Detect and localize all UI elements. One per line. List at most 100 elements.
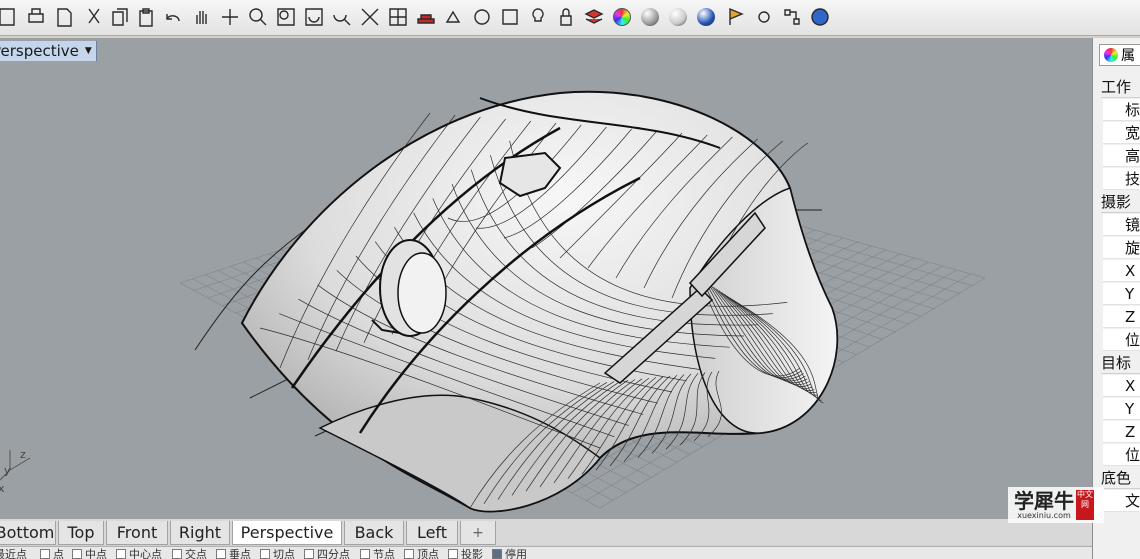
watermark-seal: 中文网: [1076, 490, 1094, 520]
zoom-window-icon[interactable]: [274, 4, 298, 30]
watermark-title: 学犀牛: [1014, 488, 1074, 513]
shapes-icon[interactable]: [442, 4, 466, 30]
osnap-label: 垂点: [229, 548, 251, 559]
watermark-url: xuexiniu.com: [1017, 510, 1071, 520]
panel-property-row: Y: [1103, 283, 1140, 305]
panel-group-header[interactable]: 底色: [1101, 467, 1140, 489]
osnap-label: 中心点: [129, 548, 162, 559]
osnap-checkbox[interactable]: [216, 549, 226, 559]
rendered-sphere-icon[interactable]: [666, 4, 690, 30]
copy-icon[interactable]: [108, 4, 132, 30]
viewport-title-label: Perspective: [0, 42, 79, 60]
panel-property-row: 高: [1103, 145, 1140, 167]
osnap-label: 停用: [505, 548, 527, 559]
properties-tab-label: 属: [1121, 48, 1135, 64]
save-icon[interactable]: [0, 4, 20, 30]
pan-hand-icon[interactable]: [190, 4, 214, 30]
circle-object-icon[interactable]: [470, 4, 494, 30]
osnap-checkbox[interactable]: [492, 549, 502, 559]
osnap-label: 顶点: [417, 548, 439, 559]
panel-group-header[interactable]: 目标: [1101, 352, 1140, 374]
osnap-5[interactable]: 垂点: [216, 548, 251, 559]
layer-icon[interactable]: [582, 4, 606, 30]
tab-top[interactable]: Top: [58, 521, 104, 545]
osnap-3[interactable]: 中心点: [116, 548, 162, 559]
osnap-9[interactable]: 顶点: [404, 548, 439, 559]
osnap-11[interactable]: 停用: [492, 548, 527, 559]
osnap-checkbox[interactable]: [172, 549, 182, 559]
osnap-10[interactable]: 投影: [448, 548, 483, 559]
osnap-8[interactable]: 节点: [360, 548, 395, 559]
panel-property-row: 位: [1103, 329, 1140, 351]
panel-property-row: Z: [1103, 306, 1140, 328]
osnap-label: 切点: [273, 548, 295, 559]
print-icon[interactable]: [24, 4, 48, 30]
viewport-menu-arrow-icon[interactable]: ▼: [85, 41, 92, 61]
panel-property-row: X: [1103, 260, 1140, 282]
panel-property-row: 文: [1103, 490, 1140, 512]
osnap-4[interactable]: 交点: [172, 548, 207, 559]
osnap-1[interactable]: 点: [40, 548, 64, 559]
panel-group-header[interactable]: 摄影: [1101, 191, 1140, 213]
osnap-0[interactable]: 最近点: [0, 548, 27, 559]
axis-label-x: x: [0, 482, 5, 495]
axis-label-y: y: [4, 464, 11, 477]
osnap-checkbox[interactable]: [40, 549, 50, 559]
panel-property-row: 标: [1103, 99, 1140, 121]
flag-icon[interactable]: [724, 4, 748, 30]
view-settings-icon[interactable]: [358, 4, 382, 30]
osnap-bar: 最近点 点 中点 中心点 交点 垂点 切点 四分点 节点 顶点 投影 停用: [0, 546, 1092, 559]
osnap-label: 交点: [185, 548, 207, 559]
panel-property-row: X: [1103, 375, 1140, 397]
tab-front[interactable]: Front: [106, 521, 168, 545]
settings-gear-icon[interactable]: [752, 4, 776, 30]
osnap-label: 点: [53, 548, 64, 559]
color-wheel-icon[interactable]: [610, 4, 634, 30]
viewport-title[interactable]: Perspective ▼: [0, 41, 97, 61]
zoom-extents-icon[interactable]: [302, 4, 326, 30]
tab-bottom[interactable]: Bottom: [0, 521, 56, 545]
color-wheel-icon: [1104, 48, 1118, 62]
panel-property-row: 技: [1103, 168, 1140, 190]
properties-icon[interactable]: [498, 4, 522, 30]
osnap-checkbox[interactable]: [116, 549, 126, 559]
help-icon[interactable]: [808, 4, 832, 30]
new-icon[interactable]: [52, 4, 76, 30]
car-icon[interactable]: [414, 4, 438, 30]
osnap-checkbox[interactable]: [448, 549, 458, 559]
lock-icon[interactable]: [554, 4, 578, 30]
properties-tab[interactable]: 属: [1099, 44, 1140, 66]
viewport-tabs: Bottom Top Front Right Perspective Back Left +: [0, 518, 1092, 545]
tab-right[interactable]: Right: [170, 521, 230, 545]
perspective-viewport[interactable]: z y x Perspective ▼: [0, 38, 1092, 518]
grid-snap-icon[interactable]: [780, 4, 804, 30]
osnap-label: 中点: [85, 548, 107, 559]
osnap-checkbox[interactable]: [360, 549, 370, 559]
paste-icon[interactable]: [134, 4, 158, 30]
four-viewports-icon[interactable]: [386, 4, 410, 30]
osnap-checkbox[interactable]: [72, 549, 82, 559]
osnap-label: 投影: [461, 548, 483, 559]
zoom-selected-icon[interactable]: [330, 4, 354, 30]
cut-icon[interactable]: [82, 4, 106, 30]
blue-sphere-icon[interactable]: [694, 4, 718, 30]
tab-left[interactable]: Left: [406, 521, 458, 545]
zoom-icon[interactable]: [246, 4, 270, 30]
watermark-logo: 学犀牛 xuexiniu.com 中文网: [1008, 487, 1104, 523]
osnap-7[interactable]: 四分点: [304, 548, 350, 559]
panel-group-header[interactable]: 工作: [1101, 76, 1140, 98]
shaded-sphere-icon[interactable]: [638, 4, 662, 30]
osnap-checkbox[interactable]: [304, 549, 314, 559]
osnap-6[interactable]: 切点: [260, 548, 295, 559]
osnap-2[interactable]: 中点: [72, 548, 107, 559]
tab-back[interactable]: Back: [344, 521, 404, 545]
osnap-label: 四分点: [317, 548, 350, 559]
tab-perspective[interactable]: Perspective: [232, 521, 342, 545]
panel-property-row: Z: [1103, 421, 1140, 443]
light-icon[interactable]: [526, 4, 550, 30]
add-viewport-tab-button[interactable]: +: [460, 521, 496, 545]
osnap-checkbox[interactable]: [260, 549, 270, 559]
rotate-view-icon[interactable]: [218, 4, 242, 30]
osnap-checkbox[interactable]: [404, 549, 414, 559]
undo-icon[interactable]: [162, 4, 186, 30]
